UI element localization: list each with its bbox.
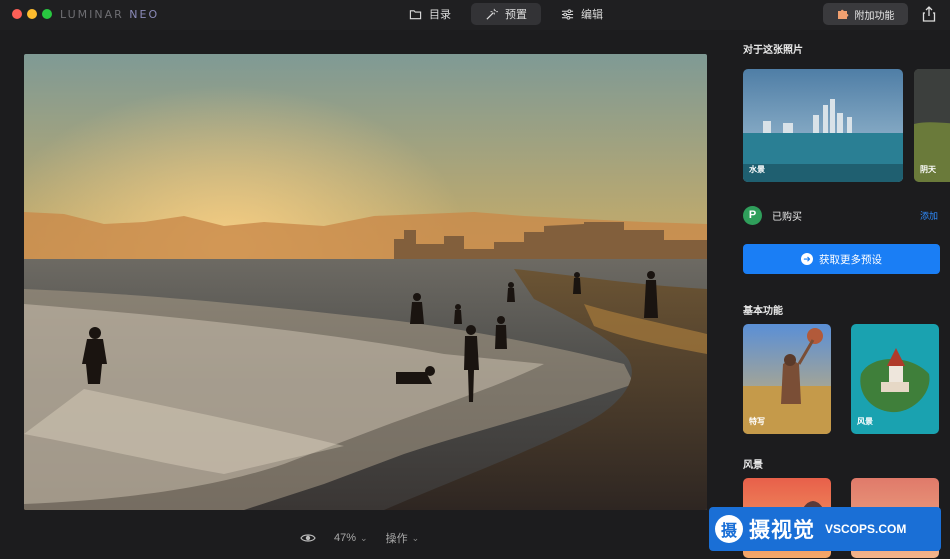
preset-thumb-landscape[interactable]: 风景 xyxy=(851,324,939,434)
actions-dropdown[interactable]: 操作 ⌄ xyxy=(386,530,420,546)
chevron-down-icon: ⌄ xyxy=(360,532,368,543)
puzzle-icon xyxy=(837,9,848,19)
section-title-about-photo: 对于这张照片 xyxy=(743,45,803,56)
addons-label: 附加功能 xyxy=(854,10,895,22)
preset-thumb-overcast[interactable]: 阴天 xyxy=(914,69,950,182)
minimize-window-button[interactable] xyxy=(27,9,37,19)
bottom-toolbar: 47% ⌄ 操作 ⌄ xyxy=(300,528,419,548)
close-window-button[interactable] xyxy=(12,9,22,19)
preset-thumb-waterscape[interactable]: 水景 xyxy=(743,69,903,182)
watermark-en-text: VSCOPS.COM xyxy=(825,522,907,536)
get-more-label: 获取更多预设 xyxy=(819,253,882,266)
preset-label-waterscape: 水景 xyxy=(749,165,765,174)
purchased-label: 已购买 xyxy=(772,211,802,223)
chevron-down-icon: ⌄ xyxy=(411,532,420,543)
beach-sunset-photo[interactable] xyxy=(24,54,707,510)
preset-label-closeup: 特写 xyxy=(749,417,765,426)
preset-label-overcast: 阴天 xyxy=(920,165,936,174)
folder-icon xyxy=(409,9,422,19)
get-more-presets-button[interactable]: ➜ 获取更多预设 xyxy=(743,244,940,274)
tab-presets-label: 预置 xyxy=(505,9,527,21)
preset-thumb-closeup[interactable]: 特写 xyxy=(743,324,831,434)
purchased-pack-row[interactable]: P 已购买 添加 xyxy=(743,205,938,225)
zoom-value: 47% xyxy=(334,532,357,544)
addons-button[interactable]: 附加功能 xyxy=(823,3,908,25)
tab-presets[interactable]: 预置 xyxy=(471,3,541,25)
zoom-window-button[interactable] xyxy=(42,9,52,19)
image-canvas: 47% ⌄ 操作 ⌄ xyxy=(0,30,728,559)
add-link[interactable]: 添加 xyxy=(920,209,938,222)
preset-label-landscape: 风景 xyxy=(857,417,873,426)
share-icon[interactable] xyxy=(922,6,936,22)
watermark-badge: 摄 摄视觉 VSCOPS.COM xyxy=(709,507,941,551)
app-logo: LUMINAR NEO xyxy=(60,8,160,21)
arrow-right-icon: ➜ xyxy=(801,253,813,265)
sliders-icon xyxy=(561,8,574,20)
tab-edit-label: 编辑 xyxy=(581,9,603,21)
pack-icon: P xyxy=(743,205,762,225)
watermark-cn-text: 摄视觉 xyxy=(749,519,815,542)
eye-icon[interactable] xyxy=(300,532,316,544)
presets-panel: 对于这张照片 水景 阴天 P 已购买 添加 ➜ 获取更多预设 基本功能 特写 风… xyxy=(728,30,950,559)
tab-catalog[interactable]: 目录 xyxy=(395,3,465,25)
magic-wand-icon xyxy=(486,8,498,20)
mode-switcher: 目录 预置 编辑 xyxy=(395,3,617,27)
zoom-dropdown[interactable]: 47% ⌄ xyxy=(334,532,368,544)
section-title-essentials: 基本功能 xyxy=(743,306,783,317)
tab-edit[interactable]: 编辑 xyxy=(547,3,617,25)
actions-label: 操作 xyxy=(385,533,408,545)
tab-catalog-label: 目录 xyxy=(429,9,451,21)
title-bar: LUMINAR NEO 目录 预置 编辑 附加功能 xyxy=(0,0,950,30)
section-title-landscape: 风景 xyxy=(743,460,763,471)
watermark-logo: 摄 xyxy=(715,515,743,543)
